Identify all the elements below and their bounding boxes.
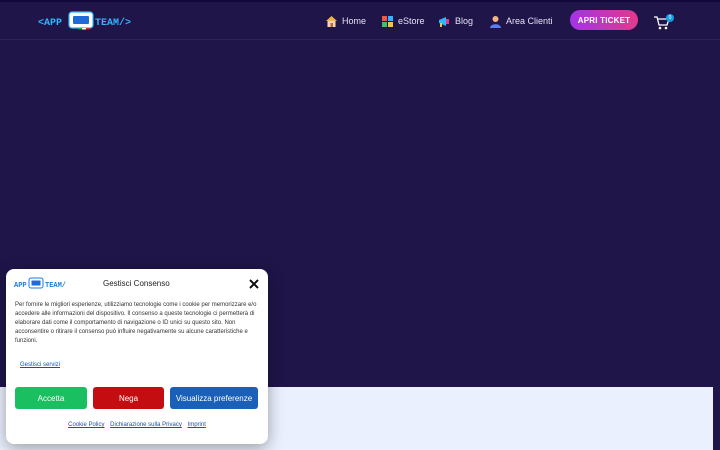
privacy-statement-link[interactable]: Dichiarazione sulla Privacy [110,422,182,428]
consent-footer-links: Cookie Policy Dichiarazione sulla Privac… [6,422,268,428]
cart-count-badge: 0 [666,14,674,22]
app-team-logo-small: APP TEAM/ [14,277,66,290]
nav-item-home[interactable]: Home [325,2,366,40]
cookie-policy-link[interactable]: Cookie Policy [68,422,104,428]
nav-label-estore: eStore [398,16,425,26]
consent-body-text: Per fornire le migliori esperienze, util… [15,302,257,344]
user-icon [490,15,501,28]
house-icon [326,15,337,27]
nav-label-area-clienti: Area Clienti [506,16,553,26]
app-team-logo[interactable]: <APP TEAM/> [38,10,146,32]
svg-text:TEAM/>: TEAM/> [95,17,131,29]
store-icon [382,15,393,27]
nav-label-blog: Blog [455,16,474,26]
right-edge-strip [713,387,720,450]
nav-item-estore[interactable]: eStore [381,2,425,40]
deny-button[interactable]: Nega [93,387,164,409]
imprint-link[interactable]: Imprint [188,422,206,428]
manage-services-link[interactable]: Gestisci servizi [20,362,60,368]
cookie-consent-dialog: APP TEAM/ Gestisci Consenso Per fornire … [6,269,268,444]
nav-label-home: Home [342,16,367,26]
nav-item-blog[interactable]: Blog [438,2,473,40]
svg-text:TEAM/: TEAM/ [45,282,66,290]
accept-button[interactable]: Accetta [15,387,87,409]
open-ticket-button[interactable]: APRI TICKET [570,10,638,30]
close-icon[interactable] [249,279,259,289]
svg-text:APP: APP [14,282,27,290]
nav-item-area-clienti[interactable]: Area Clienti [489,2,553,40]
svg-text:<APP: <APP [38,18,62,29]
site-header: <APP TEAM/> Home eStore Blog Area Client… [0,2,720,40]
view-preferences-button[interactable]: Visualizza preferenze [170,387,258,409]
consent-title: Gestisci Consenso [103,279,170,288]
megaphone-icon [439,16,449,27]
